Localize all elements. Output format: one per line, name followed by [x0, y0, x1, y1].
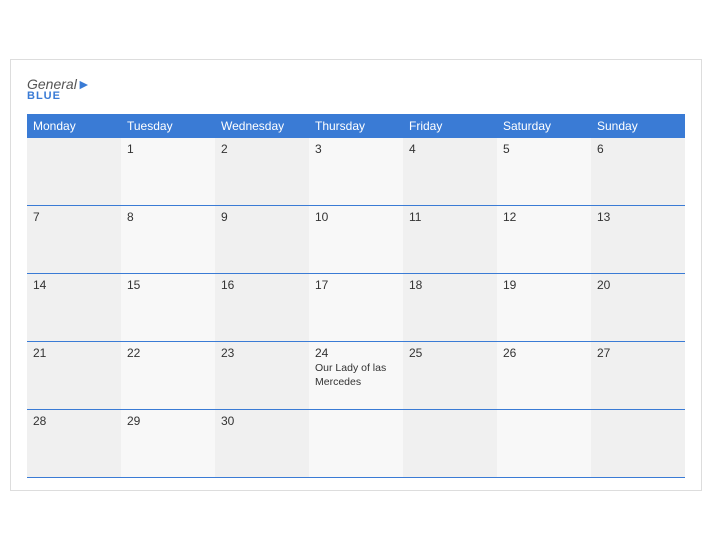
calendar-cell: 18	[403, 274, 497, 342]
week-row-4: 21 22 23 24 Our Lady of las Mercedes 25 26 27	[27, 342, 685, 410]
day-number: 7	[33, 210, 115, 224]
calendar-cell: 22	[121, 342, 215, 410]
day-header-sunday: Sunday	[591, 114, 685, 138]
day-number: 10	[315, 210, 397, 224]
day-header-monday: Monday	[27, 114, 121, 138]
calendar-cell: 5	[497, 138, 591, 206]
calendar-cell: 19	[497, 274, 591, 342]
calendar-cell: 7	[27, 206, 121, 274]
day-number: 24	[315, 346, 397, 360]
calendar-container: General► Blue MondayTuesdayWednesdayThur…	[10, 59, 702, 492]
day-number: 6	[597, 142, 679, 156]
day-header-friday: Friday	[403, 114, 497, 138]
week-row-1: 123456	[27, 138, 685, 206]
calendar-cell: 17	[309, 274, 403, 342]
calendar-cell: 13	[591, 206, 685, 274]
day-number: 18	[409, 278, 491, 292]
calendar-cell: 1	[121, 138, 215, 206]
day-number: 22	[127, 346, 209, 360]
day-number: 19	[503, 278, 585, 292]
calendar-cell: 27	[591, 342, 685, 410]
day-header-saturday: Saturday	[497, 114, 591, 138]
calendar-header: General► Blue	[27, 76, 685, 102]
calendar-cell: 14	[27, 274, 121, 342]
day-number: 29	[127, 414, 209, 428]
days-header-row: MondayTuesdayWednesdayThursdayFridaySatu…	[27, 114, 685, 138]
calendar-cell	[403, 410, 497, 478]
day-number: 15	[127, 278, 209, 292]
calendar-cell: 30	[215, 410, 309, 478]
calendar-cell: 29	[121, 410, 215, 478]
day-number: 12	[503, 210, 585, 224]
week-row-2: 789 10 11 12 13	[27, 206, 685, 274]
day-number: 11	[409, 210, 491, 224]
day-number: 26	[503, 346, 585, 360]
day-number: 4	[409, 142, 491, 156]
calendar-cell	[591, 410, 685, 478]
day-header-thursday: Thursday	[309, 114, 403, 138]
calendar-cell: 16	[215, 274, 309, 342]
calendar-cell: 4	[403, 138, 497, 206]
calendar-cell: 21	[27, 342, 121, 410]
week-row-5: 28 29 30	[27, 410, 685, 478]
calendar-grid: MondayTuesdayWednesdayThursdayFridaySatu…	[27, 114, 685, 479]
calendar-cell: 26	[497, 342, 591, 410]
day-number: 17	[315, 278, 397, 292]
day-number: 28	[33, 414, 115, 428]
calendar-cell: 8	[121, 206, 215, 274]
logo-line2: Blue	[27, 90, 61, 102]
calendar-cell: 28	[27, 410, 121, 478]
holiday-name: Our Lady of las Mercedes	[315, 362, 397, 389]
week-row-3: 14 15 16 17 18 19 20	[27, 274, 685, 342]
day-number: 3	[315, 142, 397, 156]
calendar-cell	[309, 410, 403, 478]
day-number: 14	[33, 278, 115, 292]
day-number: 30	[221, 414, 303, 428]
calendar-cell: 2	[215, 138, 309, 206]
day-number: 23	[221, 346, 303, 360]
day-number: 13	[597, 210, 679, 224]
day-number: 8	[127, 210, 209, 224]
day-number: 21	[33, 346, 115, 360]
calendar-cell: 15	[121, 274, 215, 342]
day-number: 5	[503, 142, 585, 156]
calendar-cell: 9	[215, 206, 309, 274]
day-number: 27	[597, 346, 679, 360]
day-number: 16	[221, 278, 303, 292]
day-header-wednesday: Wednesday	[215, 114, 309, 138]
calendar-cell: 12	[497, 206, 591, 274]
day-header-tuesday: Tuesday	[121, 114, 215, 138]
day-number: 2	[221, 142, 303, 156]
calendar-cell	[27, 138, 121, 206]
calendar-cell: 11	[403, 206, 497, 274]
calendar-cell: 25	[403, 342, 497, 410]
calendar-cell: 23	[215, 342, 309, 410]
calendar-cell: 3	[309, 138, 403, 206]
day-number: 25	[409, 346, 491, 360]
calendar-cell: 6	[591, 138, 685, 206]
logo: General► Blue	[27, 76, 91, 102]
day-number: 9	[221, 210, 303, 224]
calendar-cell: 24 Our Lady of las Mercedes	[309, 342, 403, 410]
day-number: 20	[597, 278, 679, 292]
calendar-cell	[497, 410, 591, 478]
calendar-cell: 20	[591, 274, 685, 342]
day-number: 1	[127, 142, 209, 156]
calendar-cell: 10	[309, 206, 403, 274]
